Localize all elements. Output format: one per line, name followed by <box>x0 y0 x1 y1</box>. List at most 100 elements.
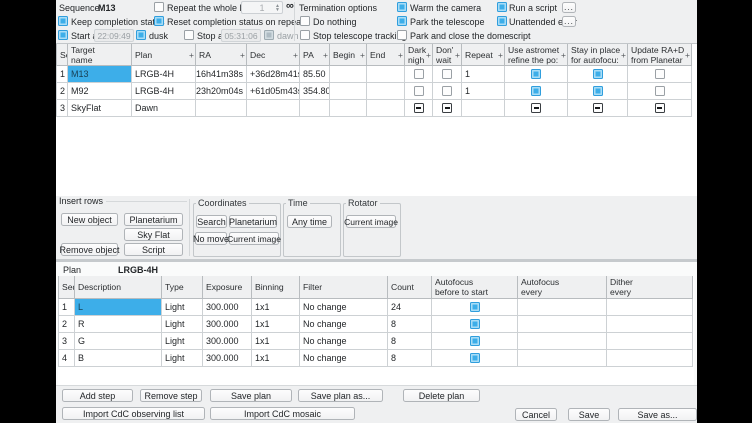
plan-cell[interactable]: 300.000 <box>203 299 252 316</box>
sequence-cell-checkbox[interactable] <box>442 86 452 96</box>
plan-cell[interactable]: 8 <box>388 350 432 367</box>
plan-cell[interactable] <box>432 316 518 333</box>
insert-planetarium-button[interactable]: Planetarium <box>124 213 183 226</box>
sequence-cell[interactable] <box>330 83 367 100</box>
sequence-cell-checkbox[interactable] <box>593 69 603 79</box>
sequence-cell-checkbox[interactable] <box>593 86 603 96</box>
plan-column-header[interactable]: Ditherevery <box>607 276 693 299</box>
plan-cell[interactable] <box>432 299 518 316</box>
sequence-column-header[interactable]: Begin+ <box>330 44 367 66</box>
add-step-button[interactable]: Add step <box>62 389 133 402</box>
sequence-cell[interactable]: 1 <box>462 66 505 83</box>
sequence-cell[interactable] <box>628 66 692 83</box>
plan-cell[interactable] <box>518 350 607 367</box>
plan-cell[interactable]: G <box>75 333 162 350</box>
plan-column-header[interactable]: Description <box>75 276 162 299</box>
plan-cell[interactable]: R <box>75 316 162 333</box>
sequence-column-header[interactable]: Repeat+ <box>462 44 505 66</box>
sequence-column-header[interactable]: Use astrometrefine the po:+ <box>505 44 568 66</box>
plan-column-header[interactable]: Count <box>388 276 432 299</box>
sequence-cell[interactable] <box>462 100 505 117</box>
sequence-cell[interactable]: M92 <box>68 83 132 100</box>
plan-cell[interactable] <box>607 350 693 367</box>
sequence-cell[interactable]: 354.80 <box>300 83 330 100</box>
repeat-count-spinbox[interactable]: 1 ▲▼ <box>241 1 283 14</box>
sequence-cell-checkbox[interactable] <box>414 86 424 96</box>
sequence-cell[interactable] <box>330 66 367 83</box>
plan-cell[interactable]: 2 <box>58 316 75 333</box>
plan-cell[interactable]: 8 <box>388 333 432 350</box>
sequence-cell[interactable] <box>433 100 462 117</box>
plan-cell[interactable] <box>432 350 518 367</box>
plan-cell[interactable]: Light <box>162 333 203 350</box>
plan-cell[interactable] <box>518 333 607 350</box>
sequence-cell[interactable] <box>405 66 433 83</box>
reset-completion-checkbox[interactable] <box>154 16 164 26</box>
sequence-cell[interactable] <box>300 100 330 117</box>
sequence-cell[interactable] <box>568 100 628 117</box>
plan-cell[interactable]: Light <box>162 350 203 367</box>
plan-cell[interactable] <box>432 333 518 350</box>
sequence-cell-checkbox[interactable] <box>414 103 424 113</box>
stop-tracking-checkbox[interactable] <box>300 30 310 40</box>
sequence-cell[interactable] <box>505 66 568 83</box>
plan-column-header[interactable]: Binning <box>252 276 300 299</box>
sequence-column-header[interactable]: Dec+ <box>247 44 300 66</box>
sequence-cell[interactable] <box>367 83 405 100</box>
save-as-button[interactable]: Save as... <box>618 408 697 421</box>
sequence-cell[interactable] <box>505 83 568 100</box>
sequence-cell[interactable] <box>628 100 692 117</box>
plan-cell[interactable] <box>607 299 693 316</box>
repeat-whole-list-checkbox[interactable] <box>154 2 164 12</box>
sequence-cell[interactable]: LRGB-4H <box>132 83 196 100</box>
spinbox-arrows-icon[interactable]: ▲▼ <box>275 2 280 13</box>
sequence-cell[interactable]: 3 <box>56 100 68 117</box>
sky-flat-button[interactable]: Sky Flat <box>124 228 183 241</box>
no-move-button[interactable]: No move <box>195 232 227 245</box>
sequence-cell[interactable] <box>196 100 247 117</box>
plan-cell[interactable]: 8 <box>388 316 432 333</box>
plan-cell[interactable]: No change <box>300 350 388 367</box>
plan-cell[interactable]: No change <box>300 316 388 333</box>
remove-object-button[interactable]: Remove object <box>61 243 118 256</box>
dusk-checkbox[interactable] <box>136 30 146 40</box>
import-cdc-mosaic-button[interactable]: Import CdC mosaic <box>210 407 355 420</box>
plan-column-header[interactable]: Autofocusevery <box>518 276 607 299</box>
run-script-browse-button[interactable]: ... <box>562 2 576 13</box>
plan-column-header[interactable]: Type <box>162 276 203 299</box>
plan-cell[interactable]: 1x1 <box>252 299 300 316</box>
unattended-error-browse-button[interactable]: ... <box>562 16 576 27</box>
plan-cell[interactable]: Light <box>162 299 203 316</box>
sequence-cell[interactable] <box>628 83 692 100</box>
sequence-cell[interactable]: M13 <box>68 66 132 83</box>
new-object-button[interactable]: New object <box>61 213 118 226</box>
plan-cell[interactable] <box>518 316 607 333</box>
sequence-cell-checkbox[interactable] <box>531 103 541 113</box>
sequence-cell[interactable] <box>405 83 433 100</box>
sequence-cell[interactable]: SkyFlat <box>68 100 132 117</box>
sequence-cell[interactable]: 23h20m04s <box>196 83 247 100</box>
sequence-cell[interactable]: 2 <box>56 83 68 100</box>
sequence-cell-checkbox[interactable] <box>655 103 665 113</box>
import-cdc-observing-list-button[interactable]: Import CdC observing list <box>62 407 205 420</box>
sequence-column-header[interactable]: Don'wait+ <box>433 44 462 66</box>
sequence-cell-checkbox[interactable] <box>414 69 424 79</box>
plan-cell[interactable] <box>607 333 693 350</box>
sequence-cell[interactable]: 16h41m38s <box>196 66 247 83</box>
plan-cell[interactable]: 3 <box>58 333 75 350</box>
plan-cell-checkbox[interactable] <box>470 353 480 363</box>
plan-cell[interactable] <box>607 316 693 333</box>
plan-column-header[interactable]: Seq <box>58 276 75 299</box>
coordinates-search-button[interactable]: Search <box>196 215 227 228</box>
sequence-cell[interactable]: 1 <box>56 66 68 83</box>
sequence-column-header[interactable]: PA+ <box>300 44 330 66</box>
keep-completion-checkbox[interactable] <box>58 16 68 26</box>
delete-plan-button[interactable]: Delete plan <box>403 389 480 402</box>
dawn-checkbox[interactable] <box>264 30 274 40</box>
sequence-column-header[interactable]: Seq <box>56 44 68 66</box>
plan-cell[interactable]: Light <box>162 316 203 333</box>
plan-cell[interactable]: 300.000 <box>203 316 252 333</box>
warm-camera-checkbox[interactable] <box>397 2 407 12</box>
sequence-cell[interactable]: LRGB-4H <box>132 66 196 83</box>
run-script-checkbox[interactable] <box>497 2 507 12</box>
